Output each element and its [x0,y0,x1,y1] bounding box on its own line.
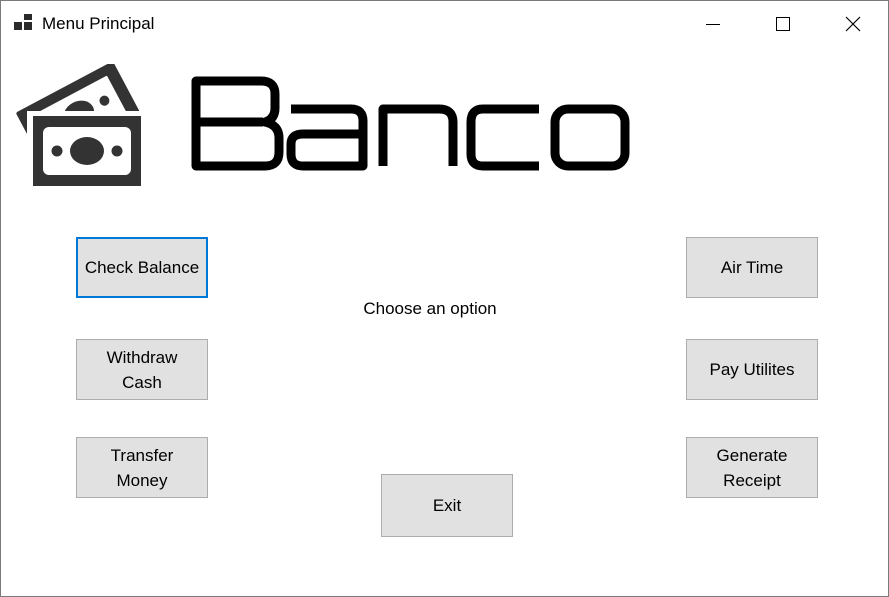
window-tiles-icon [14,14,32,30]
check-balance-button[interactable]: Check Balance [76,237,208,298]
generate-receipt-button[interactable]: Generate Receipt [686,437,818,498]
window-title: Menu Principal [42,14,155,33]
brand-logo-banco [191,76,630,171]
title-bar[interactable]: Menu Principal [1,1,888,46]
money-bills-icon [16,64,143,188]
minimize-button[interactable] [678,1,748,46]
close-button[interactable] [818,1,888,46]
maximize-icon [776,16,790,31]
minimize-icon [706,23,720,25]
maximize-button[interactable] [748,1,818,46]
exit-button[interactable]: Exit [381,474,513,537]
pay-utilities-button[interactable]: Pay Utilites [686,339,818,400]
air-time-button[interactable]: Air Time [686,237,818,298]
choose-option-label: Choose an option [363,299,497,318]
transfer-money-button[interactable]: Transfer Money [76,437,208,498]
main-menu-window: Menu Principal Check Balance Withdraw Ca… [0,0,889,597]
withdraw-cash-button[interactable]: Withdraw Cash [76,339,208,400]
close-icon [845,16,861,31]
